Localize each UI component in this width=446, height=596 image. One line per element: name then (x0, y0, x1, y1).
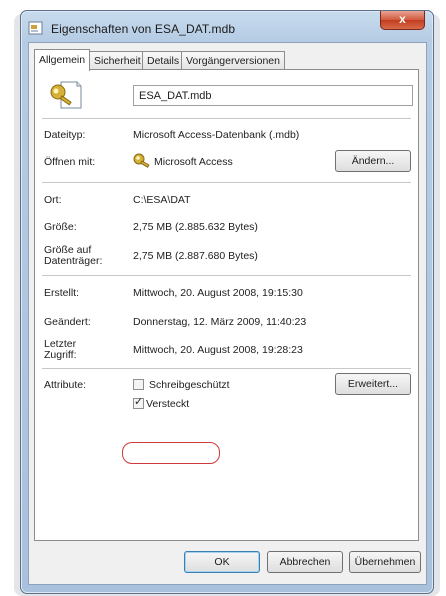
created-value: Mittwoch, 20. August 2008, 19:15:30 (133, 287, 303, 299)
size-on-disk-value: 2,75 MB (2.887.680 Bytes) (133, 250, 258, 262)
filetype-label: Dateityp: (44, 129, 86, 141)
filetype-value: Microsoft Access-Datenbank (.mdb) (133, 129, 300, 141)
properties-dialog: Eigenschaften von ESA_DAT.mdb x Allgemei… (20, 10, 434, 594)
readonly-label[interactable]: Schreibgeschützt (149, 379, 230, 391)
separator (42, 118, 411, 119)
tab-panel-allgemein: ESA_DAT.mdb Dateityp: Microsoft Access-D… (34, 69, 419, 541)
readonly-checkbox[interactable] (133, 379, 144, 390)
tab-vorgaengerversionen[interactable]: Vorgängerversionen (181, 51, 285, 70)
opens-with-value: Microsoft Access (154, 156, 233, 168)
annotation-highlight-ellipse (122, 442, 220, 464)
opens-with-label: Öffnen mit: (44, 156, 96, 168)
separator (42, 182, 411, 183)
advanced-button[interactable]: Erweitert... (335, 373, 411, 395)
access-key-icon (133, 153, 150, 168)
accessed-value: Mittwoch, 20. August 2008, 19:28:23 (133, 344, 303, 356)
hidden-label[interactable]: Versteckt (146, 398, 189, 410)
apply-button[interactable]: Übernehmen (349, 551, 421, 573)
modified-label: Geändert: (44, 316, 91, 328)
created-label: Erstellt: (44, 287, 80, 299)
tab-details[interactable]: Details (142, 51, 185, 70)
hidden-checkbox[interactable]: ✓ (133, 396, 144, 409)
modified-value: Donnerstag, 12. März 2009, 11:40:23 (133, 316, 307, 328)
size-on-disk-label-line2: Datenträger: (44, 255, 103, 267)
file-properties-icon (28, 21, 43, 35)
size-value: 2,75 MB (2.885.632 Bytes) (133, 221, 258, 233)
tab-allgemein[interactable]: Allgemein (34, 49, 91, 71)
file-name-field[interactable]: ESA_DAT.mdb (133, 85, 413, 106)
access-db-file-icon (50, 81, 82, 109)
window-title: Eigenschaften von ESA_DAT.mdb (51, 22, 236, 36)
dialog-client-area: Allgemein Sicherheit Details Vorgängerve… (28, 42, 427, 585)
location-value: C:\ESA\DAT (133, 194, 191, 206)
checkmark-icon: ✓ (134, 396, 144, 408)
change-button[interactable]: Ändern... (335, 150, 411, 172)
size-label: Größe: (44, 221, 77, 233)
accessed-label-line2: Zugriff: (44, 349, 77, 361)
title-bar[interactable]: Eigenschaften von ESA_DAT.mdb x (21, 11, 433, 43)
tab-sicherheit[interactable]: Sicherheit (89, 51, 146, 70)
ok-button[interactable]: OK (184, 551, 260, 573)
attributes-label: Attribute: (44, 379, 87, 391)
separator (42, 368, 411, 369)
close-button[interactable]: x (380, 11, 425, 30)
cancel-button[interactable]: Abbrechen (267, 551, 343, 573)
separator (42, 275, 411, 276)
location-label: Ort: (44, 194, 62, 206)
